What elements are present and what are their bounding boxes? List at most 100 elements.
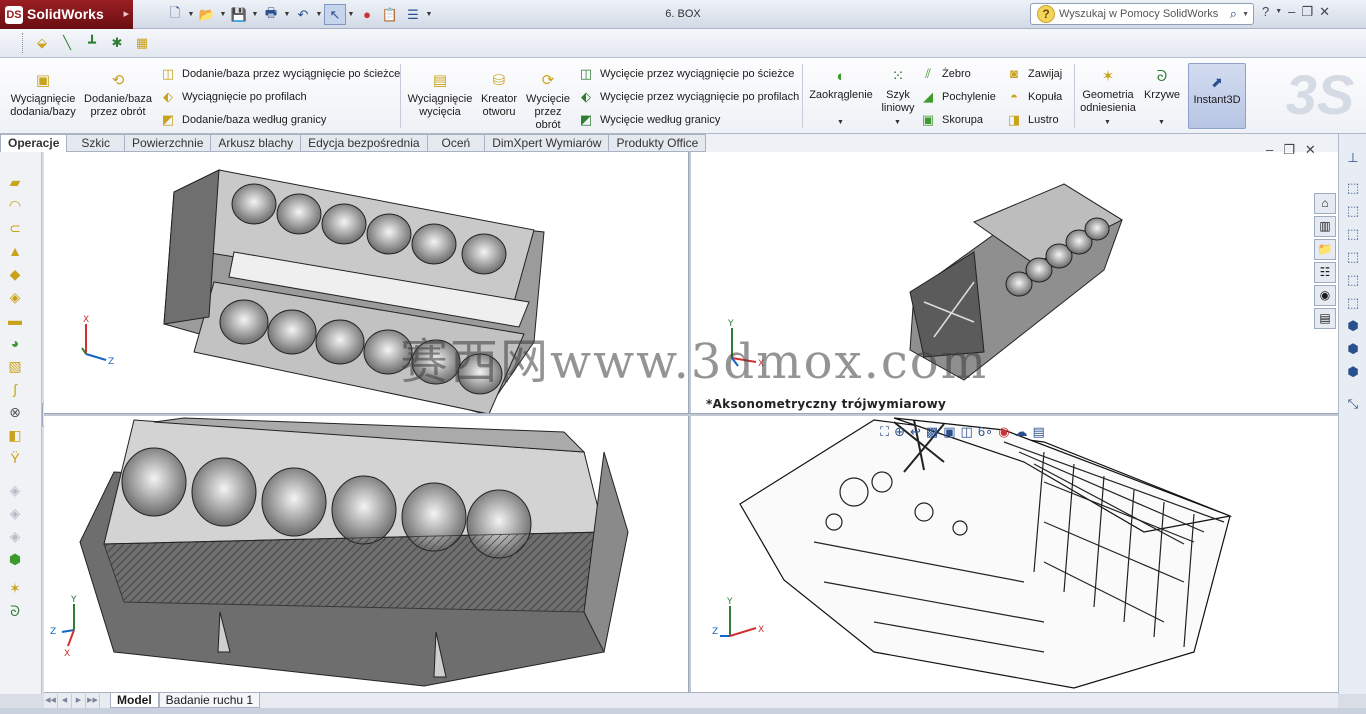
tab-powierzchnie[interactable]: Powierzchnie bbox=[125, 134, 212, 152]
instant-measure-icon[interactable]: ▦ bbox=[132, 33, 152, 53]
close-icon[interactable]: ✕ bbox=[1319, 4, 1330, 20]
extrude-boss-button[interactable]: ▣ Wyciągnięcie dodania/bazy bbox=[6, 72, 80, 119]
view-orientation-icon[interactable]: ▣ bbox=[943, 424, 955, 440]
curves-button[interactable]: ᘐ Krzywe bbox=[1140, 68, 1184, 102]
sweep-icon[interactable]: ⊂ bbox=[5, 218, 25, 238]
appearances-icon[interactable]: ◉ bbox=[1314, 285, 1336, 306]
extrude-icon[interactable]: ▰ bbox=[5, 172, 25, 192]
help-search-box[interactable]: ? Wyszukaj w Pomocy SolidWorks ⌕ ▼ bbox=[1030, 3, 1254, 25]
zoom-to-fit-icon[interactable]: ⛶ bbox=[880, 424, 889, 440]
scene-icon[interactable]: ☁ bbox=[1015, 424, 1028, 440]
previous-view-icon[interactable]: ↩ bbox=[910, 424, 921, 440]
tab-produkty-office[interactable]: Produkty Office bbox=[609, 134, 707, 152]
thicken-icon[interactable]: ▬ bbox=[5, 310, 25, 330]
undo-icon[interactable]: ↶ bbox=[292, 4, 314, 25]
save-icon[interactable]: 💾 bbox=[228, 4, 250, 25]
file-properties-icon[interactable]: 📋 bbox=[379, 4, 401, 25]
draft-tool-icon[interactable]: ◧ bbox=[5, 425, 25, 445]
viewport-divider-horizontal[interactable] bbox=[44, 413, 1338, 416]
chevron-down-icon[interactable]: ▼ bbox=[251, 11, 259, 18]
chevron-down-icon[interactable]: ▼ bbox=[219, 11, 227, 18]
tab-dimxpert[interactable]: DimXpert Wymiarów bbox=[485, 134, 610, 152]
chevron-down-icon[interactable]: ▼ bbox=[1104, 119, 1111, 126]
prev-tab-icon[interactable]: ◀ bbox=[58, 693, 72, 708]
view-palette-icon[interactable]: ☷ bbox=[1314, 262, 1336, 283]
chevron-down-icon[interactable]: ▼ bbox=[425, 11, 433, 18]
revolve-boss-button[interactable]: ⟲ Dodanie/baza przez obrót bbox=[82, 72, 154, 119]
back-view-icon[interactable]: ⬚ bbox=[1343, 201, 1363, 221]
view-settings-icon[interactable]: ▤ bbox=[1033, 424, 1045, 440]
top-view-icon[interactable]: ⬚ bbox=[1343, 270, 1363, 290]
graphics-area[interactable]: X Z Y X Y Z X Y X Z bbox=[44, 152, 1338, 692]
normal-to-icon[interactable]: ⊥ bbox=[1343, 148, 1363, 168]
chamfer-icon[interactable]: ▧ bbox=[5, 356, 25, 376]
select-pointer-icon[interactable]: ↖ bbox=[324, 4, 346, 25]
chevron-down-icon[interactable]: ▼ bbox=[187, 11, 195, 18]
chevron-down-icon[interactable]: ▼ bbox=[837, 119, 844, 126]
axis-icon[interactable]: ┻ bbox=[82, 33, 102, 53]
chevron-down-icon[interactable]: ▼ bbox=[894, 119, 901, 126]
open-folder-icon[interactable]: 📂 bbox=[196, 4, 218, 25]
isometric-view-icon[interactable]: ⬢ bbox=[1343, 316, 1363, 336]
loft-icon[interactable]: ▲ bbox=[5, 241, 25, 261]
rib-tool-icon[interactable]: ʃ bbox=[5, 379, 25, 399]
tab-motion-study[interactable]: Badanie ruchu 1 bbox=[158, 693, 261, 708]
revolve-icon[interactable]: ◠ bbox=[5, 195, 25, 215]
wrap-button[interactable]: ◙ Zawijaj bbox=[1006, 64, 1062, 83]
close-icon[interactable]: ✕ bbox=[1305, 142, 1316, 158]
minimize-icon[interactable]: ‒ bbox=[1266, 142, 1273, 158]
tab-edycja-bezposrednia[interactable]: Edycja bezpośrednia bbox=[301, 134, 428, 152]
linear-pattern-button[interactable]: ⁙ Szyk liniowy bbox=[878, 68, 918, 115]
file-explorer-icon[interactable]: 📁 bbox=[1314, 239, 1336, 260]
home-icon[interactable]: ⌂ bbox=[1314, 193, 1336, 214]
solidworks-logo[interactable]: DS SolidWorks ▸ bbox=[0, 0, 133, 29]
display-style-icon[interactable]: ◫ bbox=[961, 424, 973, 440]
smart-dimension-icon[interactable]: ⬙ bbox=[32, 33, 52, 53]
last-tab-icon[interactable]: ▶▶ bbox=[86, 693, 100, 708]
design-library-icon[interactable]: ▥ bbox=[1314, 216, 1336, 237]
dome-tool-icon[interactable]: ◈ bbox=[5, 503, 25, 523]
viewport-divider-vertical[interactable] bbox=[688, 152, 691, 692]
cut-icon[interactable]: ◈ bbox=[5, 287, 25, 307]
minimize-icon[interactable]: ‒ bbox=[1288, 4, 1295, 20]
trimetric-view-icon[interactable]: ⬢ bbox=[1343, 339, 1363, 359]
tab-model[interactable]: Model bbox=[110, 693, 159, 708]
mirror-tool-icon[interactable]: ◈ bbox=[5, 480, 25, 500]
fillet-tool-icon[interactable]: ◕ bbox=[5, 333, 25, 353]
shell-button[interactable]: ▣ Skorupa bbox=[920, 110, 983, 129]
shell-tool-icon[interactable]: ⊗ bbox=[5, 402, 25, 422]
measure-icon[interactable]: ⤡ bbox=[1343, 394, 1363, 414]
pattern-tool-icon[interactable]: Ÿ bbox=[5, 448, 25, 468]
hide-show-items-icon[interactable]: 6∘ bbox=[978, 424, 993, 440]
tab-arkusz-blachy[interactable]: Arkusz blachy bbox=[211, 134, 302, 152]
appearance-icon[interactable]: ◉ bbox=[998, 424, 1009, 440]
front-view-icon[interactable]: ⬚ bbox=[1343, 178, 1363, 198]
swept-cut-button[interactable]: ◫ Wycięcie przez wyciągnięcie po ścieżce bbox=[578, 64, 794, 83]
rebuild-traffic-light-icon[interactable]: ● bbox=[356, 4, 378, 25]
chevron-down-icon[interactable]: ▼ bbox=[1242, 11, 1249, 18]
ref-geometry-tool-icon[interactable]: ✶ bbox=[5, 578, 25, 598]
mirror-button[interactable]: ◨ Lustro bbox=[1006, 110, 1059, 129]
fillet-button[interactable]: ◐ Zaokrąglenie bbox=[808, 68, 874, 102]
restore-icon[interactable]: ❐ bbox=[1283, 142, 1295, 158]
dimetric-view-icon[interactable]: ⬢ bbox=[1343, 362, 1363, 382]
new-document-icon[interactable]: 🗋 bbox=[164, 4, 186, 25]
logo-menu-arrow-icon[interactable]: ▸ bbox=[123, 0, 129, 29]
flex-icon[interactable]: ⬢ bbox=[5, 549, 25, 569]
hole-icon[interactable]: ◆ bbox=[5, 264, 25, 284]
chevron-down-icon[interactable]: ▼ bbox=[283, 11, 291, 18]
draft-button[interactable]: ◢ Pochylenie bbox=[920, 87, 996, 106]
swept-boss-button[interactable]: ◫ Dodanie/baza przez wyciągnięcie po ście… bbox=[160, 64, 400, 83]
right-view-icon[interactable]: ⬚ bbox=[1343, 247, 1363, 267]
options-icon[interactable]: ☰ bbox=[402, 4, 424, 25]
next-tab-icon[interactable]: ▶ bbox=[72, 693, 86, 708]
line-icon[interactable]: ╲ bbox=[57, 33, 77, 53]
instant3d-button[interactable]: ⬈ Instant3D bbox=[1188, 63, 1246, 129]
custom-properties-icon[interactable]: ▤ bbox=[1314, 308, 1336, 329]
search-icon[interactable]: ⌕ bbox=[1230, 6, 1237, 22]
chevron-down-icon[interactable]: ▼ bbox=[347, 11, 355, 18]
boundary-boss-button[interactable]: ◩ Dodanie/baza według granicy bbox=[160, 110, 326, 129]
curves-tool-icon[interactable]: ᘐ bbox=[5, 601, 25, 621]
left-view-icon[interactable]: ⬚ bbox=[1343, 224, 1363, 244]
tab-szkic[interactable]: Szkic bbox=[67, 134, 126, 152]
